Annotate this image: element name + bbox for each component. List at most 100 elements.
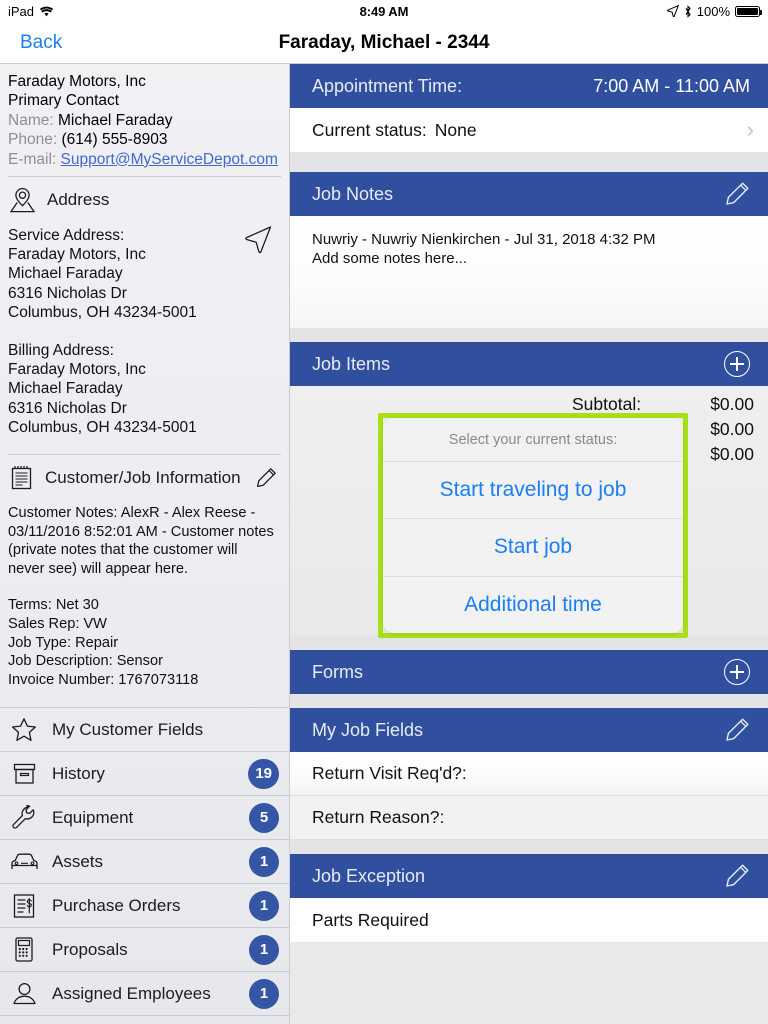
start-job-button[interactable]: Start job (383, 519, 683, 577)
status-badge: 1 (249, 978, 279, 1009)
sidebar-item-label: History (52, 763, 105, 783)
job-notes-body[interactable]: Nuwriy - Nuwriy Nienkirchen - Jul 31, 20… (290, 216, 768, 328)
pencil-icon[interactable] (724, 863, 750, 889)
address-section-title: Address (47, 190, 110, 210)
current-status-label: Current status: (312, 119, 427, 140)
notepad-icon (9, 465, 34, 491)
sidebar-item-equipment[interactable]: Equipment 5 (0, 795, 289, 839)
appointment-time-value: 7:00 AM - 11:00 AM (593, 75, 750, 96)
job-field-row[interactable]: Return Visit Req'd?: (290, 752, 768, 796)
email-label: E-mail: (8, 150, 57, 168)
car-icon (8, 851, 40, 873)
service-address-line: Michael Faraday (8, 265, 123, 283)
job-items-title: Job Items (312, 353, 391, 374)
section-gap (290, 328, 768, 342)
sidebar-item-label: Purchase Orders (52, 895, 181, 915)
email-link[interactable]: Support@MyServiceDepot.com (61, 151, 278, 168)
plus-circle-icon[interactable] (724, 659, 750, 685)
service-address-heading: Service Address: (8, 227, 125, 245)
battery-icon (735, 5, 762, 17)
location-arrow-icon (666, 5, 679, 17)
service-address-line: Columbus, OH 43234-5001 (8, 303, 197, 321)
customer-job-info-header: Customer/Job Information (0, 455, 289, 500)
sidebar-item-history[interactable]: History 19 (0, 751, 289, 795)
contact-name-row: Name: Michael Faraday (8, 111, 279, 130)
billing-address-line: Michael Faraday (8, 380, 123, 398)
status-action-sheet: Select your current status: Start travel… (383, 418, 683, 633)
job-exception-row[interactable]: Parts Required (290, 898, 768, 942)
forms-title: Forms (312, 661, 363, 682)
wrench-icon (8, 805, 40, 830)
status-badge: 1 (249, 846, 279, 877)
sidebar-item-assets[interactable]: Assets 1 (0, 839, 289, 883)
service-address-line: Faraday Motors, Inc (8, 246, 146, 264)
addresses-block: Service Address: Faraday Motors, Inc Mic… (0, 222, 289, 437)
battery-percent-label: 100% (696, 3, 730, 19)
job-field-label: Return Reason?: (312, 807, 445, 827)
job-notes-line-1: Nuwriy - Nuwriy Nienkirchen - Jul 31, 20… (312, 231, 656, 248)
sidebar-item-assigned-employees[interactable]: Assigned Employees 1 (0, 971, 289, 1015)
section-gap (290, 840, 768, 854)
pencil-icon[interactable] (724, 181, 750, 207)
plus-circle-icon[interactable] (724, 351, 750, 377)
sidebar-item-label: Assets (52, 851, 104, 871)
customer-notes-block: Customer Notes: AlexR - Alex Reese - 03/… (0, 500, 289, 689)
job-meta-line: Job Description: Sensor (8, 653, 163, 670)
job-detail-panel: Appointment Time: 7:00 AM - 11:00 AM Cur… (290, 64, 768, 1024)
job-items-header: Job Items (290, 342, 768, 386)
job-field-row[interactable]: Return Reason?: (290, 796, 768, 840)
my-job-fields-header: My Job Fields (290, 708, 768, 752)
current-status-value: None (434, 119, 477, 140)
company-name: Faraday Motors, Inc (8, 73, 146, 90)
job-exception-header: Job Exception (290, 854, 768, 898)
job-items-amount: $0.00 (710, 444, 754, 464)
sidebar-item-purchase-orders[interactable]: Purchase Orders 1 (0, 883, 289, 927)
status-action-sheet-highlight: Select your current status: Start travel… (378, 413, 688, 638)
billing-address-line: Columbus, OH 43234-5001 (8, 418, 197, 436)
navigation-bar: Back Faraday, Michael - 2344 (0, 22, 768, 64)
calculator-icon (8, 936, 40, 963)
job-items-body: Subtotal: $0.00 $0.00 $0.00 Select your … (290, 386, 768, 638)
status-bar-right: 100% (666, 3, 762, 19)
job-meta-line: Job Type: Repair (8, 634, 119, 651)
job-exception-label: Parts Required (312, 909, 429, 930)
person-icon (8, 981, 40, 1006)
navigate-arrow-icon[interactable] (243, 224, 273, 254)
sidebar-item-proposals[interactable]: Proposals 1 (0, 927, 289, 971)
pencil-icon[interactable] (724, 717, 750, 743)
status-badge: 1 (249, 890, 279, 921)
map-pin-icon (9, 187, 36, 213)
customer-job-info-title: Customer/Job Information (45, 468, 241, 488)
job-exception-title: Job Exception (312, 865, 426, 886)
start-traveling-to-job-button[interactable]: Start traveling to job (383, 462, 683, 520)
phone-value[interactable]: (614) 555-8903 (61, 131, 167, 148)
sidebar-list-end (0, 1015, 289, 1021)
job-meta-line: Sales Rep: VW (8, 616, 107, 633)
name-value: Michael Faraday (57, 111, 173, 129)
job-notes-header: Job Notes (290, 172, 768, 216)
sidebar-item-my-customer-fields[interactable]: My Customer Fields (0, 707, 289, 751)
job-meta-line: Terms: Net 30 (8, 597, 99, 614)
sidebar-item-label: My Customer Fields (52, 719, 204, 739)
billing-address-line: 6316 Nicholas Dr (8, 399, 127, 417)
contact-phone-row: Phone: (614) 555-8903 (8, 130, 279, 149)
pencil-icon[interactable] (255, 467, 277, 489)
sidebar-item-label: Equipment (52, 807, 134, 827)
customer-notes-text: Customer Notes: AlexR - Alex Reese - 03/… (8, 505, 274, 577)
job-items-amount: $0.00 (710, 419, 754, 439)
billing-address-heading: Billing Address: (8, 342, 114, 360)
archive-box-icon (8, 762, 40, 786)
additional-time-button[interactable]: Additional time (383, 576, 683, 633)
job-field-label: Return Visit Req'd?: (312, 763, 467, 783)
invoice-dollar-icon (8, 893, 40, 919)
current-status-row[interactable]: Current status: None › (290, 108, 768, 152)
section-gap (290, 636, 768, 650)
job-notes-title: Job Notes (312, 183, 394, 204)
billing-address-line: Faraday Motors, Inc (8, 361, 146, 379)
job-items-amount: $0.00 (710, 394, 754, 414)
service-address-line: 6316 Nicholas Dr (8, 284, 127, 302)
status-badge: 1 (249, 934, 279, 965)
sidebar-item-label: Assigned Employees (52, 983, 211, 1003)
